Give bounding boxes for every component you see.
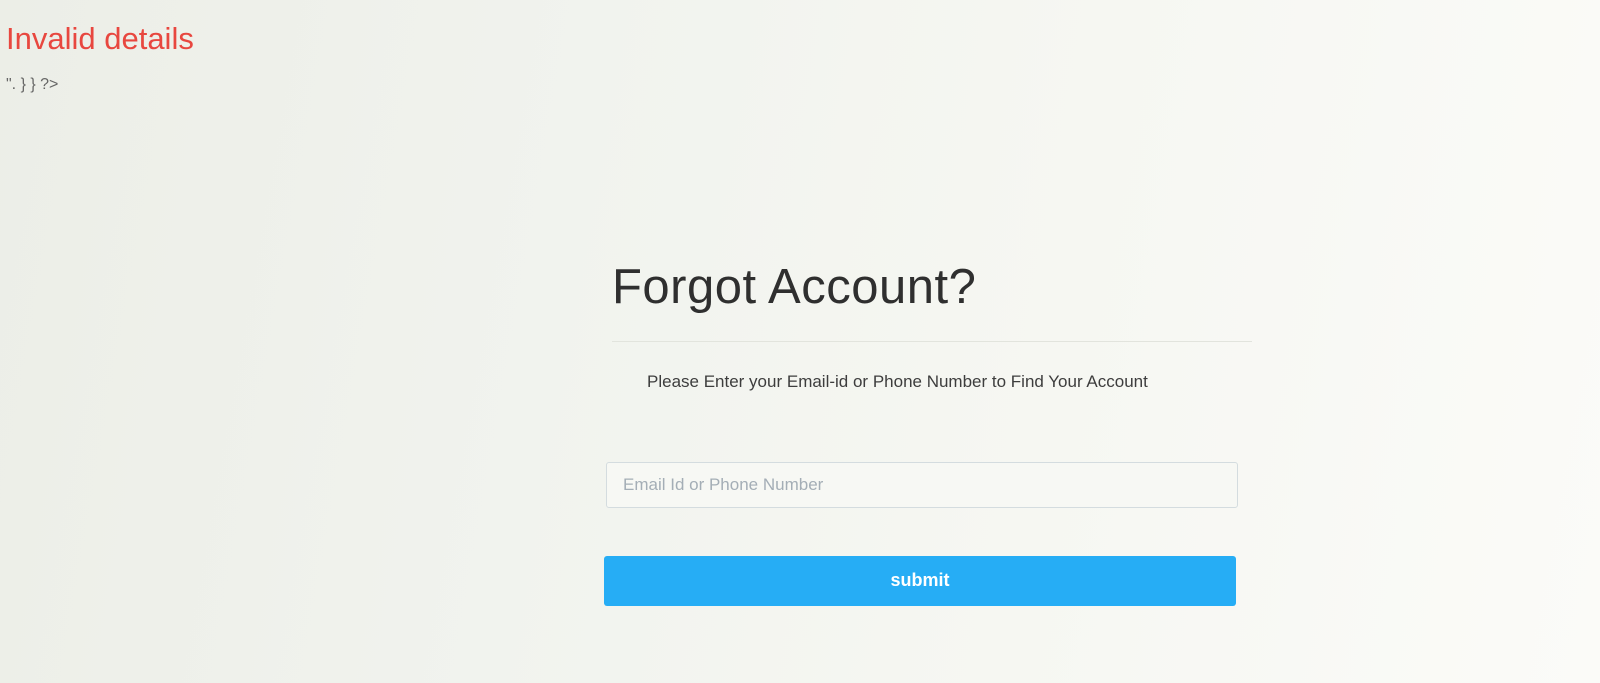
input-wrapper xyxy=(606,461,1262,508)
email-or-phone-input[interactable] xyxy=(606,461,1238,508)
error-message: Invalid details xyxy=(6,21,194,56)
instructions-text: Please Enter your Email-id or Phone Numb… xyxy=(647,371,1148,391)
forgot-account-panel: Forgot Account? Please Enter your Email-… xyxy=(604,258,1262,606)
divider xyxy=(612,340,1252,342)
submit-button[interactable]: submit xyxy=(604,555,1236,606)
page-title: Forgot Account? xyxy=(612,260,977,314)
stray-code-text: ". } } ?> xyxy=(6,76,59,93)
